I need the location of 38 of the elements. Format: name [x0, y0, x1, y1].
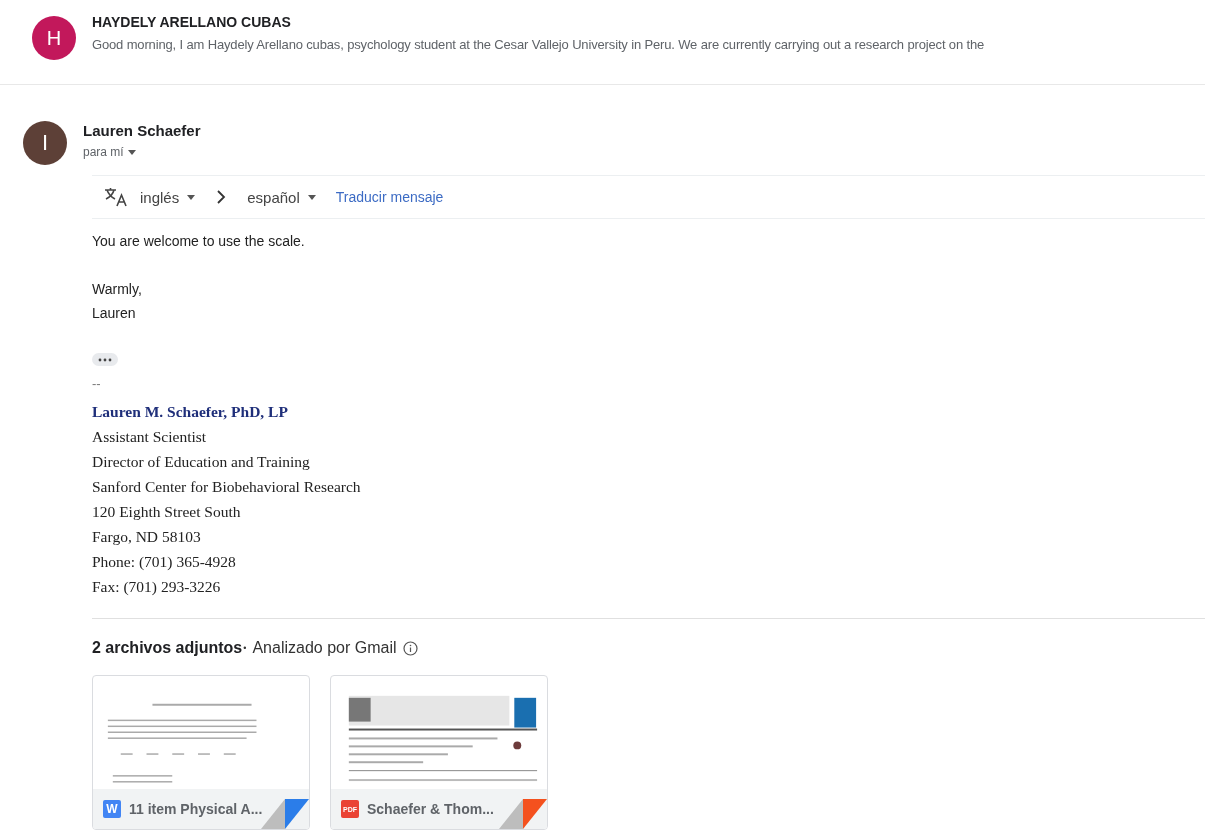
caret-icon — [187, 194, 196, 200]
target-language-dropdown[interactable]: español — [241, 188, 322, 206]
more-icon — [98, 357, 112, 362]
signature-line: Fax: (701) 293-3226 — [92, 578, 222, 596]
signature-line: Assistant Scientist — [92, 428, 208, 446]
message-text: Warmly, — [92, 281, 143, 297]
signature-line: Fargo, ND 58103 — [92, 528, 202, 546]
avatar: H — [32, 16, 76, 60]
attachment-card[interactable]: W 11 item Physical A... — [92, 675, 310, 830]
page-fold-icon — [261, 799, 309, 829]
signature-line: Phone: (701) 365-4928 — [92, 553, 237, 571]
caret-icon — [127, 149, 136, 155]
separator-dot: • — [243, 643, 247, 653]
attachment-name: Schaefer & Thom... — [367, 801, 494, 817]
signature-separator: -- — [92, 376, 102, 391]
source-language-dropdown[interactable]: inglés — [134, 188, 202, 206]
message-text: Lauren — [92, 305, 137, 321]
sender-name: Lauren Schaefer — [83, 122, 201, 139]
show-trimmed-button[interactable] — [92, 353, 118, 366]
message-snippet[interactable]: Good morning, I am Haydely Arellano cubas, psychology student at the Cesar Vallejo University in Peru. We are currently carrying out a research project on the — [92, 37, 985, 52]
scan-note: Analizado por Gmail — [252, 639, 397, 657]
signature-line: Sanford Center for Biobehavioral Research — [92, 478, 362, 496]
translate-link[interactable]: Traducir mensaje — [335, 189, 444, 205]
page-fold-icon — [499, 799, 547, 829]
avatar: I — [23, 121, 67, 165]
attachment-name: 11 item Physical A... — [129, 801, 263, 817]
info-icon[interactable] — [402, 640, 418, 656]
signature-line: 120 Eighth Street South — [92, 503, 242, 521]
file-type-icon: W — [103, 800, 121, 818]
chevron-right-icon — [215, 190, 228, 204]
caret-icon — [307, 194, 316, 200]
sender-name: HAYDELY ARELLANO CUBAS — [92, 14, 292, 30]
message-text: You are welcome to use the scale. — [92, 233, 306, 249]
attachments-count: 2 archivos adjuntos — [92, 639, 243, 657]
translate-icon — [104, 187, 128, 207]
recipient-dropdown[interactable]: para mí — [83, 145, 136, 159]
signature-line: Director of Education and Training — [92, 453, 311, 471]
signature-name: Lauren M. Schaefer, PhD, LP — [92, 403, 289, 421]
